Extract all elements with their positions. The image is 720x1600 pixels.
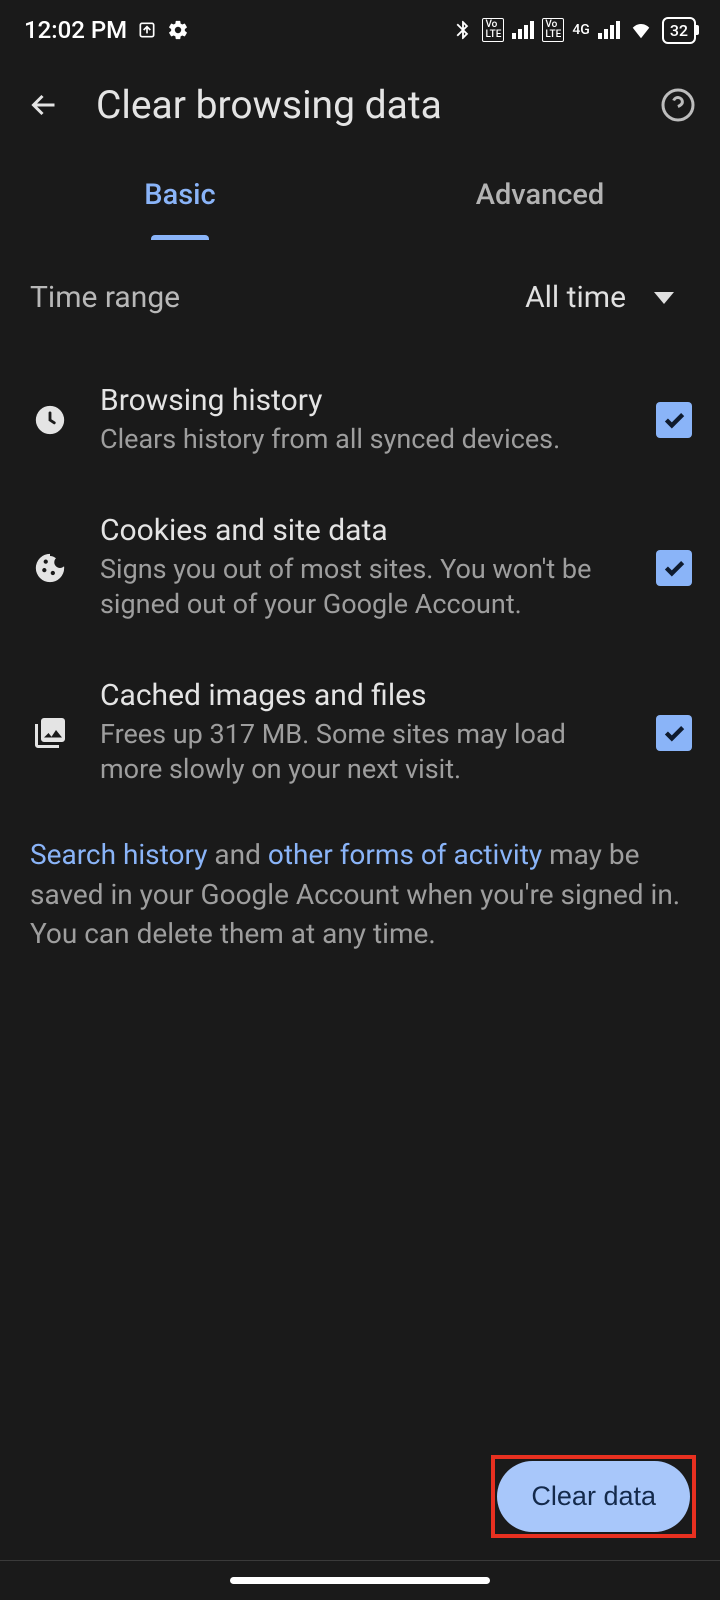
tab-basic-label: Basic bbox=[144, 178, 215, 212]
time-range-selector[interactable]: Time range All time bbox=[0, 240, 720, 355]
volte-badge-1: VoLTE bbox=[482, 18, 504, 42]
status-right: VoLTE VoLTE 4G 32 bbox=[452, 17, 696, 44]
clear-data-button[interactable]: Clear data bbox=[497, 1461, 690, 1532]
option-desc: Frees up 317 MB. Some sites may load mor… bbox=[100, 717, 628, 787]
volte-badge-2: VoLTE bbox=[542, 18, 564, 42]
clear-button-wrap: Clear data bbox=[491, 1455, 696, 1538]
time-range-value: All time bbox=[525, 280, 626, 315]
option-cookies[interactable]: Cookies and site data Signs you out of m… bbox=[0, 485, 720, 650]
tab-advanced[interactable]: Advanced bbox=[360, 150, 720, 240]
back-button[interactable] bbox=[20, 81, 68, 129]
footer-note: Search history and other forms of activi… bbox=[0, 815, 720, 973]
chevron-down-icon bbox=[654, 292, 674, 304]
battery-level: 32 bbox=[670, 21, 688, 40]
option-content: Cookies and site data Signs you out of m… bbox=[100, 513, 628, 622]
option-title: Cookies and site data bbox=[100, 513, 628, 548]
time-range-label: Time range bbox=[30, 280, 180, 315]
history-icon bbox=[28, 403, 72, 437]
status-time: 12:02 PM bbox=[24, 16, 127, 44]
battery-indicator: 32 bbox=[662, 17, 696, 44]
nav-bar bbox=[0, 1560, 720, 1600]
option-cached-images[interactable]: Cached images and files Frees up 317 MB.… bbox=[0, 650, 720, 815]
tabs: Basic Advanced bbox=[0, 150, 720, 240]
checkbox-cached-images[interactable] bbox=[656, 715, 692, 751]
other-activity-link[interactable]: other forms of activity bbox=[268, 838, 542, 871]
cookie-icon bbox=[28, 551, 72, 585]
network-4g-label: 4G bbox=[572, 22, 590, 38]
footer-text-1: and bbox=[207, 838, 267, 871]
bluetooth-icon bbox=[452, 18, 474, 42]
option-content: Cached images and files Frees up 317 MB.… bbox=[100, 678, 628, 787]
signal-icon-1 bbox=[512, 21, 534, 39]
checkbox-browsing-history[interactable] bbox=[656, 402, 692, 438]
help-button[interactable] bbox=[656, 83, 700, 127]
app-bar: Clear browsing data bbox=[0, 60, 720, 150]
status-bar: 12:02 PM VoLTE VoLTE 4G 32 bbox=[0, 0, 720, 60]
option-desc: Signs you out of most sites. You won't b… bbox=[100, 552, 628, 622]
annotation-highlight: Clear data bbox=[491, 1455, 696, 1538]
signal-icon-2 bbox=[598, 21, 620, 39]
images-icon bbox=[28, 715, 72, 751]
tab-advanced-label: Advanced bbox=[476, 178, 605, 212]
option-title: Cached images and files bbox=[100, 678, 628, 713]
page-title: Clear browsing data bbox=[96, 82, 628, 128]
option-title: Browsing history bbox=[100, 383, 628, 418]
time-range-value-wrap: All time bbox=[525, 280, 690, 315]
nav-handle[interactable] bbox=[230, 1577, 490, 1584]
option-browsing-history[interactable]: Browsing history Clears history from all… bbox=[0, 355, 720, 485]
search-history-link[interactable]: Search history bbox=[30, 838, 207, 871]
option-content: Browsing history Clears history from all… bbox=[100, 383, 628, 457]
tab-basic[interactable]: Basic bbox=[0, 150, 360, 240]
settings-icon bbox=[167, 19, 189, 41]
wifi-icon bbox=[628, 19, 654, 41]
checkbox-cookies[interactable] bbox=[656, 550, 692, 586]
upload-icon bbox=[137, 20, 157, 40]
status-left: 12:02 PM bbox=[24, 16, 189, 44]
option-desc: Clears history from all synced devices. bbox=[100, 422, 628, 457]
